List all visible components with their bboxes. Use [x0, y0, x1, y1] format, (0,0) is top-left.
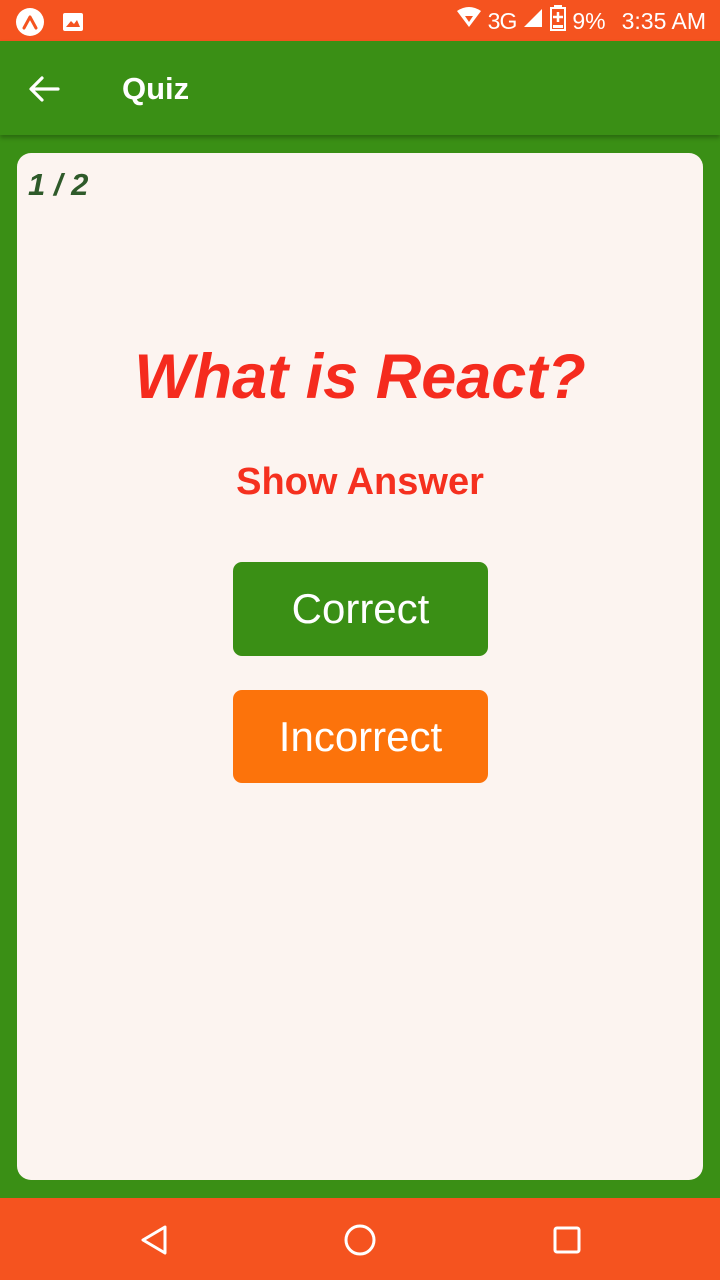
question-progress: 1 / 2 — [28, 167, 89, 202]
image-icon — [60, 11, 86, 33]
clock: 3:35 AM — [621, 7, 706, 34]
page-title: Quiz — [122, 71, 190, 106]
app-bar: Quiz — [0, 41, 720, 135]
show-answer-button[interactable]: Show Answer — [17, 461, 703, 504]
signal-icon — [522, 7, 544, 35]
nav-back-button[interactable] — [132, 1218, 176, 1262]
wifi-icon — [456, 7, 482, 35]
quiz-card: 1 / 2 What is React? Show Answer Correct… — [17, 153, 703, 1180]
home-circle-icon — [344, 1224, 376, 1256]
app-logo-icon — [16, 8, 44, 36]
battery-percent: 9% — [572, 7, 606, 34]
nav-home-button[interactable] — [338, 1218, 382, 1262]
incorrect-button[interactable]: Incorrect — [233, 690, 488, 783]
question-text: What is React? — [134, 342, 586, 412]
battery-charging-icon — [550, 5, 567, 37]
status-bar: 3G 9% 3:35 AM — [0, 0, 720, 41]
network-type: 3G — [487, 7, 518, 34]
back-button[interactable] — [26, 71, 62, 107]
back-triangle-icon — [141, 1225, 167, 1255]
back-arrow-icon — [29, 76, 60, 102]
correct-button[interactable]: Correct — [233, 562, 488, 656]
recents-square-icon — [553, 1226, 581, 1254]
nav-recents-button[interactable] — [545, 1218, 589, 1262]
system-nav-bar — [0, 1198, 720, 1280]
